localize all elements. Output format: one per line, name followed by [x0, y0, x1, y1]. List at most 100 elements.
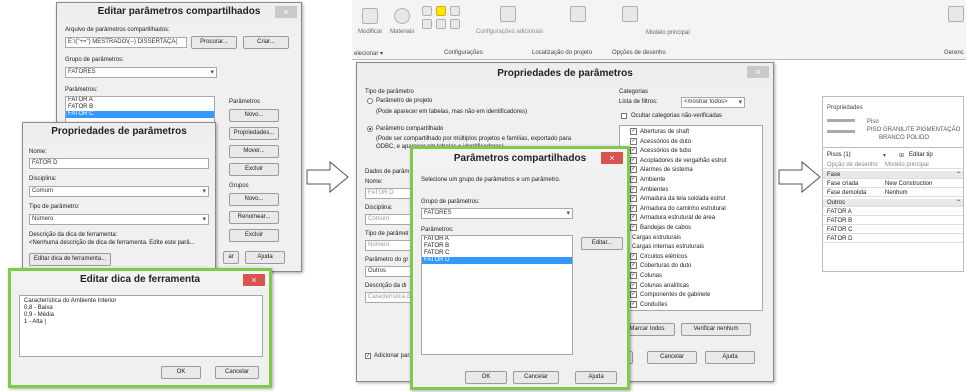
category-item[interactable]: ✓ Armadura do caminho estrutural [622, 204, 726, 213]
type-select[interactable]: Número [29, 214, 209, 225]
project-units-icon[interactable] [450, 19, 460, 29]
shared-param-radio[interactable] [367, 126, 373, 132]
category-item[interactable]: ✓ Alarmes de sistema [622, 166, 693, 174]
checkbox[interactable]: ✓ [630, 147, 637, 155]
categories-tree[interactable]: ✓ Aberturas de shaft ✓ Acessórios de duto ✓ A… [619, 125, 763, 311]
table-row[interactable]: FATOR C [823, 226, 963, 234]
properties-button[interactable]: Propriedades... [229, 127, 279, 140]
close-button[interactable]: × [275, 6, 297, 18]
cancel-button[interactable]: Cancelar [215, 366, 259, 379]
checkbox[interactable]: ✓ [630, 291, 637, 299]
design-options-icon[interactable] [622, 6, 638, 22]
project-param-radio[interactable] [367, 98, 373, 104]
category-item[interactable]: ✓ Acessórios de tubo [622, 147, 691, 155]
location-icon[interactable] [570, 6, 586, 22]
checkbox[interactable]: ✓ [630, 166, 637, 174]
cancel-button[interactable]: Cancelar [513, 371, 559, 384]
group-select[interactable]: FATORES [421, 208, 573, 219]
list-item-selected[interactable]: FATOR D [422, 257, 572, 264]
checkbox[interactable]: ✓ [630, 195, 637, 203]
new-param-button[interactable]: Novo... [229, 109, 279, 122]
category-item[interactable]: ✓ Componentes de gabinete [622, 291, 710, 299]
checkbox[interactable]: ✓ [630, 204, 637, 212]
create-button[interactable]: Criar... [243, 36, 289, 49]
cancel-button[interactable]: Cancelar [647, 351, 697, 364]
ok-button[interactable]: OK [161, 366, 201, 379]
checkbox[interactable]: ✓ [630, 176, 637, 183]
delete-param-button[interactable]: Excluir [229, 163, 279, 176]
discipline-select[interactable]: Comum [29, 186, 209, 197]
prop-value[interactable]: New Construction [885, 180, 932, 188]
help-button[interactable]: Ajuda [705, 351, 755, 364]
section-header[interactable]: Fase ⌃ [823, 171, 963, 179]
checkbox[interactable]: ✓ [630, 224, 637, 231]
group-select[interactable]: FATORES [65, 67, 217, 78]
edit-tooltip-button[interactable]: Editar dica de ferramenta... [29, 253, 111, 266]
materials-icon[interactable] [394, 8, 410, 24]
type-field[interactable]: Número [365, 240, 413, 251]
collapse-icon[interactable]: ⌃ [956, 199, 961, 207]
close-button[interactable]: × [601, 152, 623, 164]
new-group-button[interactable]: Novo... [229, 193, 279, 206]
category-item[interactable]: ✓ Bandejas de cabos [622, 224, 691, 232]
modify-icon[interactable] [362, 8, 378, 24]
table-row[interactable]: Fase demolida Nenhum [823, 189, 963, 197]
checkbox[interactable]: ✓ [630, 156, 637, 164]
checkbox[interactable]: ✓ [630, 252, 637, 260]
checkbox[interactable]: ✓ [630, 185, 637, 193]
group-by-field[interactable]: Outros [365, 266, 413, 277]
manage-icon[interactable] [948, 6, 964, 22]
checkbox[interactable]: ✓ [630, 272, 637, 279]
category-item[interactable]: ✓ Circuitos elétricos [622, 252, 687, 261]
params-list[interactable]: FATOR A FATOR B FATOR C FATOR D [421, 235, 573, 355]
list-item[interactable]: FATOR A [66, 97, 214, 104]
close-button[interactable]: × [747, 66, 769, 78]
list-item-selected[interactable]: FATOR C [66, 111, 214, 118]
section-header[interactable]: Outros ⌃ [823, 199, 963, 207]
select-menu[interactable]: elecionar ▾ [354, 50, 383, 57]
ok-button[interactable]: OK [465, 371, 507, 384]
help-button[interactable]: Ajuda [575, 371, 617, 384]
category-item[interactable]: ✓ Acessórios de duto [622, 137, 691, 146]
desc-field[interactable]: Característica d [365, 292, 413, 303]
edit-button[interactable]: Editar... [581, 237, 623, 250]
name-field[interactable]: FATOR D [29, 158, 209, 169]
additional-settings-icon[interactable] [500, 6, 516, 22]
category-item[interactable]: ✓ Aberturas de shaft [622, 128, 689, 136]
project-params-icon[interactable] [422, 6, 432, 16]
category-item[interactable]: ✓ Acopladores de vergalhão estrut [622, 156, 726, 165]
dropdown-arrow-icon[interactable]: ▾ [883, 152, 886, 159]
table-row[interactable]: FATOR A [823, 208, 963, 216]
instance-selector[interactable]: Pisos (1) [827, 152, 851, 158]
list-item[interactable]: FATOR C [422, 250, 572, 257]
checkbox[interactable]: ✓ [630, 128, 637, 135]
purge-icon[interactable] [450, 6, 460, 16]
delete-group-button[interactable]: Excluir [229, 229, 279, 242]
category-item[interactable]: ✓ Colunas analíticas [622, 281, 689, 290]
checkbox[interactable]: ✓ [630, 300, 637, 308]
edit-type-icon[interactable]: ⊞ [899, 152, 904, 159]
tooltip-textarea[interactable]: Característica do Ambiente Interior 0,8 … [19, 295, 263, 357]
ok-button-partial[interactable]: ar [223, 251, 239, 264]
rename-group-button[interactable]: Renomear... [229, 211, 279, 224]
checkbox[interactable]: ✓ [630, 214, 637, 222]
name-field[interactable]: FATOR D [365, 188, 413, 199]
hide-unchecked-checkbox[interactable] [621, 113, 627, 119]
global-params-icon[interactable] [422, 19, 432, 29]
filter-select[interactable]: <mostrar todos> [681, 97, 745, 108]
discipline-field[interactable]: Comum [365, 214, 413, 225]
category-item[interactable]: ✓ Armadura estrutural de área [622, 214, 715, 222]
help-button[interactable]: Ajuda [245, 251, 285, 264]
checkbox[interactable]: ✓ [630, 137, 637, 145]
list-item[interactable]: FATOR A [422, 236, 572, 243]
list-item[interactable]: FATOR B [66, 104, 214, 111]
prop-value[interactable]: Nenhum [885, 189, 908, 197]
move-button[interactable]: Mover... [229, 145, 279, 158]
transfer-standards-icon[interactable] [436, 19, 446, 29]
category-item[interactable]: +Cargas estruturais [622, 233, 681, 242]
file-path-field[interactable]: E:\("+=") MESTRADO\(--) DISSERTAÇÃ( [65, 37, 187, 48]
checkbox[interactable]: ✓ [630, 262, 637, 270]
shared-params-icon[interactable] [436, 6, 446, 16]
category-item[interactable]: ✓ Armadura da tela soldada estrut [622, 195, 725, 203]
category-item[interactable]: +Cargas internas estruturais [622, 243, 704, 251]
